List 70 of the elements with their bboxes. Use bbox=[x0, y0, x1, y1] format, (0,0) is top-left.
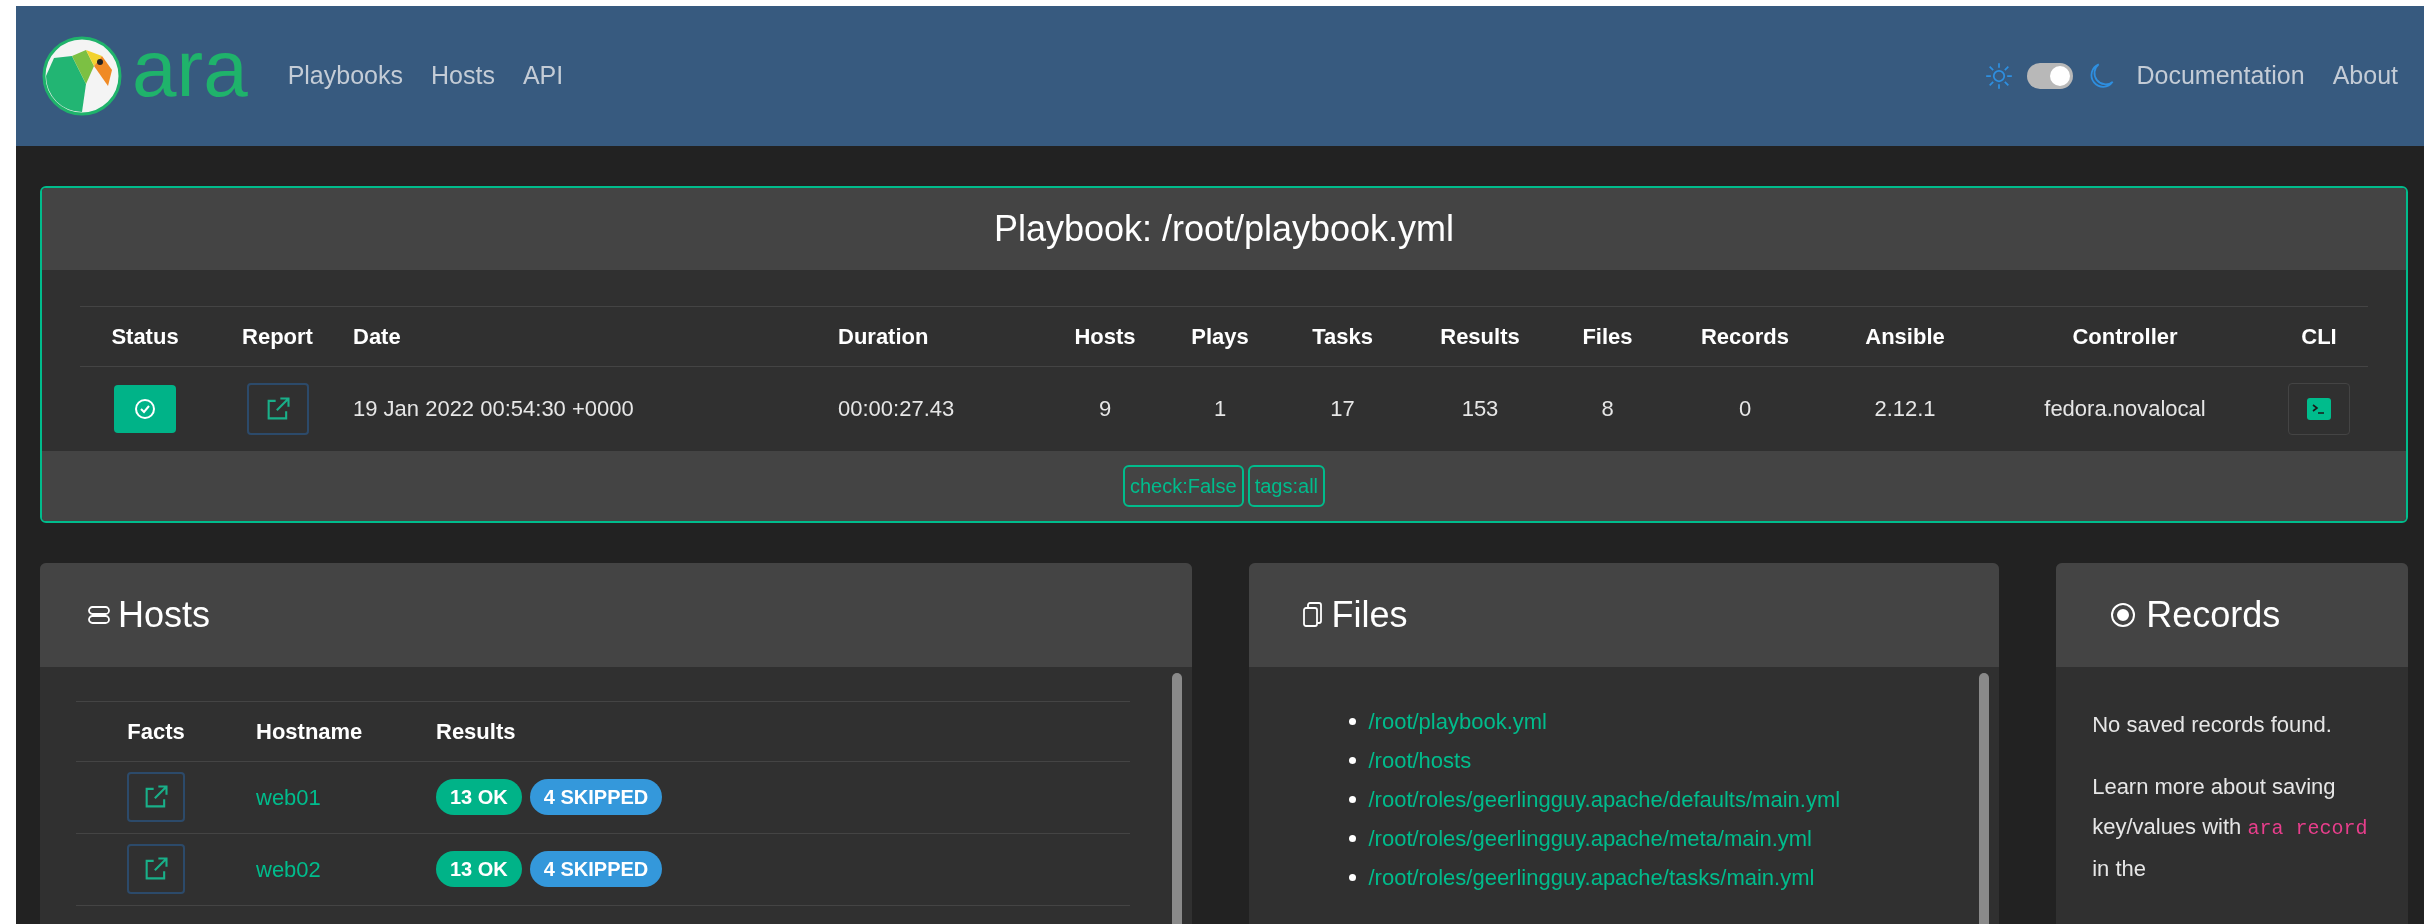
nav-link[interactable]: Hosts bbox=[431, 57, 495, 95]
result-badge: 13 OK bbox=[436, 851, 522, 887]
result-badge: 4 SKIPPED bbox=[529, 779, 663, 815]
server-icon bbox=[88, 604, 110, 625]
bullet-icon bbox=[1349, 873, 1357, 881]
table-cell: 153 bbox=[1461, 396, 1499, 422]
file-link[interactable]: /root/playbook.yml bbox=[1368, 704, 1547, 738]
logo-text: ara bbox=[132, 29, 248, 115]
help-paragraph: Learn more about saving key/values with ara record in the bbox=[2092, 772, 2368, 883]
table-cell: 00:00:27.43 bbox=[838, 396, 955, 422]
file-link[interactable]: /root/hosts bbox=[1368, 743, 1472, 777]
bullet-icon bbox=[1349, 717, 1357, 725]
facts-button[interactable] bbox=[127, 772, 185, 822]
column-header: Status bbox=[80, 306, 210, 367]
host-link[interactable]: web02 bbox=[256, 856, 321, 882]
record-icon bbox=[2110, 601, 2137, 628]
file-link[interactable]: /root/roles/geerlingguy.apache/tasks/main.yml bbox=[1368, 860, 1815, 894]
column-header: Results bbox=[1405, 306, 1555, 367]
table-cell: 2.12.1 bbox=[1874, 396, 1936, 422]
host-link[interactable]: web01 bbox=[256, 784, 321, 810]
terminal-icon bbox=[2307, 397, 2331, 420]
files-icon bbox=[1303, 601, 1324, 628]
theme-toggle[interactable] bbox=[2026, 63, 2073, 89]
result-badge: 13 OK bbox=[436, 779, 522, 815]
table-cell: 8 bbox=[1601, 396, 1614, 422]
tag: tags:all bbox=[1247, 464, 1326, 507]
column-header: Files bbox=[1555, 306, 1660, 367]
nav-link[interactable]: Playbooks bbox=[287, 57, 403, 95]
nav-link[interactable]: Documentation bbox=[2136, 57, 2305, 95]
column-header: Facts bbox=[76, 701, 236, 761]
bullet-icon bbox=[1349, 834, 1357, 842]
column-header: Duration bbox=[830, 306, 1050, 367]
nav-link[interactable]: About bbox=[2332, 57, 2398, 95]
cli-button[interactable] bbox=[2288, 382, 2350, 435]
scrollbar[interactable] bbox=[1979, 672, 1990, 924]
table-cell: 9 bbox=[1098, 396, 1112, 422]
card-title: Hosts bbox=[118, 592, 211, 637]
playbook-title: Playbook: /root/playbook.yml bbox=[993, 207, 1455, 251]
table-cell: fedora.novalocal bbox=[2044, 396, 2206, 422]
column-header: Ansible bbox=[1830, 306, 1980, 367]
table-cell: 17 bbox=[1330, 396, 1355, 422]
column-header: Plays bbox=[1160, 306, 1280, 367]
column-header: Report bbox=[210, 306, 345, 367]
table-cell: 1 bbox=[1213, 396, 1227, 422]
nav-link[interactable]: API bbox=[522, 57, 564, 95]
column-header: Date bbox=[345, 306, 830, 367]
empty-message: No saved records found. bbox=[2092, 710, 2333, 739]
column-header: CLI bbox=[2270, 306, 2368, 367]
table-cell: 0 bbox=[1738, 396, 1752, 422]
column-header: Records bbox=[1660, 306, 1830, 367]
column-header: Results bbox=[436, 701, 1130, 761]
report-button[interactable] bbox=[246, 382, 309, 435]
result-badge: 4 SKIPPED bbox=[529, 851, 663, 887]
table-cell: 19 Jan 2022 00:54:30 +0000 bbox=[353, 396, 634, 422]
bullet-icon bbox=[1349, 756, 1357, 764]
scrollbar[interactable] bbox=[1172, 672, 1183, 924]
file-link[interactable]: /root/roles/geerlingguy.apache/defaults/main.yml bbox=[1368, 782, 1841, 816]
tag: check:False bbox=[1122, 464, 1244, 507]
column-header: Controller bbox=[1980, 306, 2270, 367]
facts-button[interactable] bbox=[127, 844, 185, 894]
column-header: Tasks bbox=[1280, 306, 1405, 367]
column-header: Hostname bbox=[236, 701, 436, 761]
bullet-icon bbox=[1349, 795, 1357, 803]
check-circle-icon bbox=[133, 396, 157, 421]
parrot-logo-icon bbox=[42, 36, 122, 116]
card-title: Records bbox=[2146, 592, 2281, 637]
sun-icon bbox=[1984, 62, 2013, 90]
file-link[interactable]: /root/roles/geerlingguy.apache/meta/main.yml bbox=[1368, 821, 1812, 855]
card-title: Files bbox=[1331, 592, 1408, 637]
column-header: Hosts bbox=[1050, 306, 1160, 367]
